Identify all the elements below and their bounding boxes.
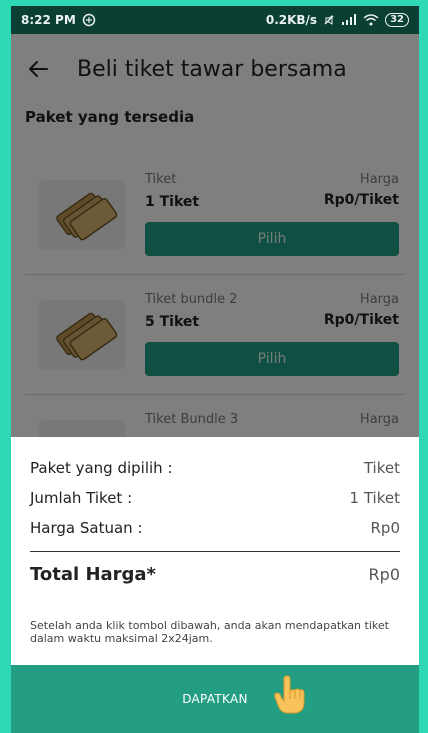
phone-screen: 8:22 PM 0.2KB/s 32 Beli tiket tawar bers…	[11, 6, 419, 733]
jumlah-label: Jumlah Tiket :	[30, 489, 133, 507]
status-time: 8:22 PM	[21, 13, 76, 27]
wifi-icon	[363, 14, 379, 26]
summary-row-harga: Harga Satuan : Rp0	[30, 519, 400, 537]
mute-icon	[324, 15, 334, 25]
info-note: Setelah anda klik tombol dibawah, anda a…	[30, 619, 389, 645]
status-bar: 8:22 PM 0.2KB/s 32	[11, 6, 419, 34]
signal-icon	[342, 14, 357, 25]
network-speed: 0.2KB/s	[265, 13, 318, 27]
bottom-sheet: Paket yang dipilih : Tiket Jumlah Tiket …	[11, 437, 419, 665]
total-value: Rp0	[368, 565, 400, 584]
summary-row-paket: Paket yang dipilih : Tiket	[30, 459, 400, 477]
jumlah-value: 1 Tiket	[349, 489, 400, 507]
paket-label: Paket yang dipilih :	[30, 459, 173, 477]
notification-icon	[82, 13, 96, 27]
summary-row-jumlah: Jumlah Tiket : 1 Tiket	[30, 489, 400, 507]
paket-value: Tiket	[363, 459, 400, 477]
status-right: 0.2KB/s 32	[266, 13, 409, 27]
pointing-hand-icon	[274, 675, 305, 714]
get-ticket-label: DAPATKAN	[182, 692, 248, 706]
get-ticket-button[interactable]: DAPATKAN	[11, 665, 419, 733]
harga-label: Harga Satuan :	[30, 519, 143, 537]
status-left: 8:22 PM	[21, 13, 96, 27]
divider	[30, 551, 400, 552]
battery-icon: 32	[385, 13, 409, 27]
total-label: Total Harga*	[30, 564, 156, 585]
harga-value: Rp0	[370, 519, 401, 537]
summary-row-total: Total Harga* Rp0	[30, 564, 400, 585]
